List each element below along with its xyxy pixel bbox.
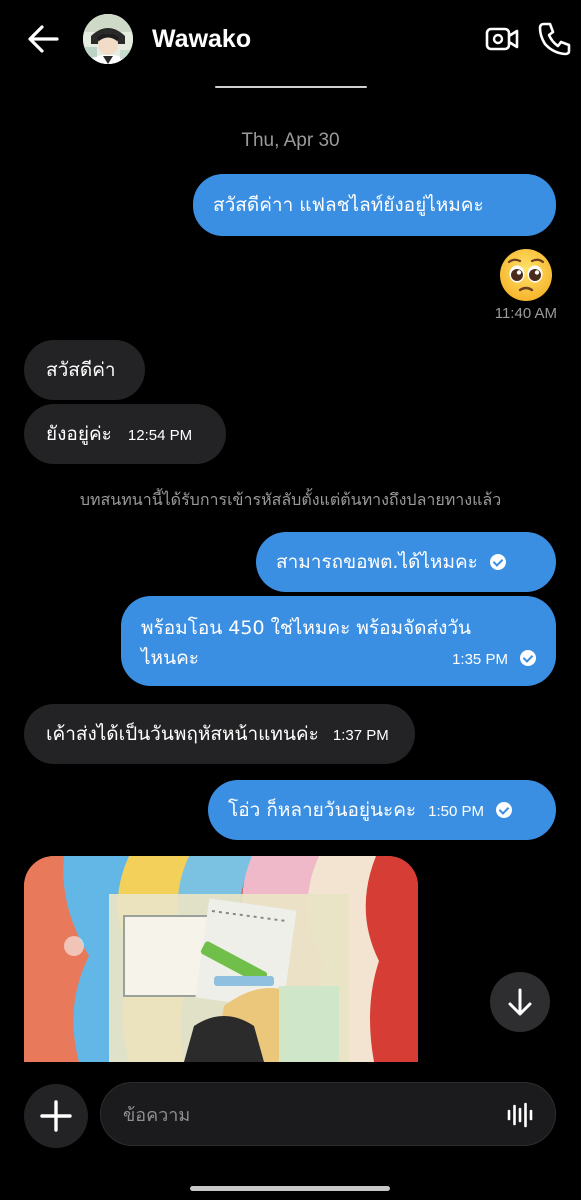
message-text: สามารถขอพต.ได้ไหมคะ xyxy=(276,551,478,573)
message-timestamp: 1:37 PM xyxy=(332,727,389,744)
message-text: ยังอยู่ค่ะ xyxy=(46,423,112,445)
message-timestamp: 11:40 AM xyxy=(494,305,557,322)
message-bubble-outgoing[interactable]: สวัสดีค่าา แฟลชไลท์ยังอยู่ไหมคะ xyxy=(193,174,556,236)
photo-message[interactable] xyxy=(24,856,418,1062)
encryption-notice: บทสนทนานี้ได้รับการเข้ารหัสลับตั้งแต่ต้น… xyxy=(79,490,502,509)
pleading-face-emoji-icon[interactable] xyxy=(498,247,554,303)
video-camera-icon[interactable] xyxy=(485,22,519,56)
message-text: สวัสดีค่าา แฟลชไลท์ยังอยู่ไหมคะ xyxy=(213,194,484,216)
message-text-continued: ไหนคะ xyxy=(141,647,199,669)
message-timestamp: 12:54 PM xyxy=(127,427,193,444)
seen-check-icon xyxy=(496,802,513,818)
phone-icon[interactable] xyxy=(538,20,572,56)
seen-check-icon xyxy=(520,650,536,666)
message-text: พร้อมโอน 450 ใช่ไหมคะ พร้อมจัดส่งวัน xyxy=(141,617,472,639)
chat-header: Wawako xyxy=(0,0,581,80)
message-bubble-outgoing[interactable]: โอ่ว ก็หลายวันอยู่นะคะ 1:50 PM xyxy=(208,780,556,840)
arrow-down-icon xyxy=(508,988,532,1016)
home-indicator xyxy=(190,1186,390,1191)
message-text: สวัสดีค่า xyxy=(46,359,116,381)
message-input[interactable] xyxy=(123,1095,493,1135)
add-attachment-button[interactable] xyxy=(24,1084,88,1148)
voice-wave-icon[interactable] xyxy=(505,1100,535,1130)
plus-icon xyxy=(40,1100,72,1132)
header-divider xyxy=(215,86,367,88)
seen-check-icon xyxy=(489,554,506,570)
message-bubble-outgoing[interactable]: พร้อมโอน 450 ใช่ไหมคะ พร้อมจัดส่งวัน ไหน… xyxy=(121,596,556,686)
message-text: โอ่ว ก็หลายวันอยู่นะคะ xyxy=(228,799,417,821)
message-timestamp: 1:35 PM xyxy=(452,651,508,668)
message-composer[interactable] xyxy=(100,1082,556,1146)
message-bubble-incoming[interactable]: สวัสดีค่า xyxy=(24,340,145,400)
date-separator: Thu, Apr 30 xyxy=(241,130,340,151)
message-bubble-incoming[interactable]: เค้าส่งได้เป็นวันพฤหัสหน้าแทนค่ะ 1:37 PM xyxy=(24,704,415,764)
contact-name[interactable]: Wawako xyxy=(152,24,251,54)
scroll-to-bottom-button[interactable] xyxy=(490,972,550,1032)
avatar[interactable] xyxy=(83,14,133,64)
message-text: เค้าส่งได้เป็นวันพฤหัสหน้าแทนค่ะ xyxy=(46,723,319,745)
message-bubble-incoming[interactable]: ยังอยู่ค่ะ 12:54 PM xyxy=(24,404,226,464)
message-bubble-outgoing[interactable]: สามารถขอพต.ได้ไหมคะ xyxy=(256,532,556,592)
message-timestamp: 1:50 PM xyxy=(428,803,485,820)
back-arrow-icon[interactable] xyxy=(24,22,62,56)
